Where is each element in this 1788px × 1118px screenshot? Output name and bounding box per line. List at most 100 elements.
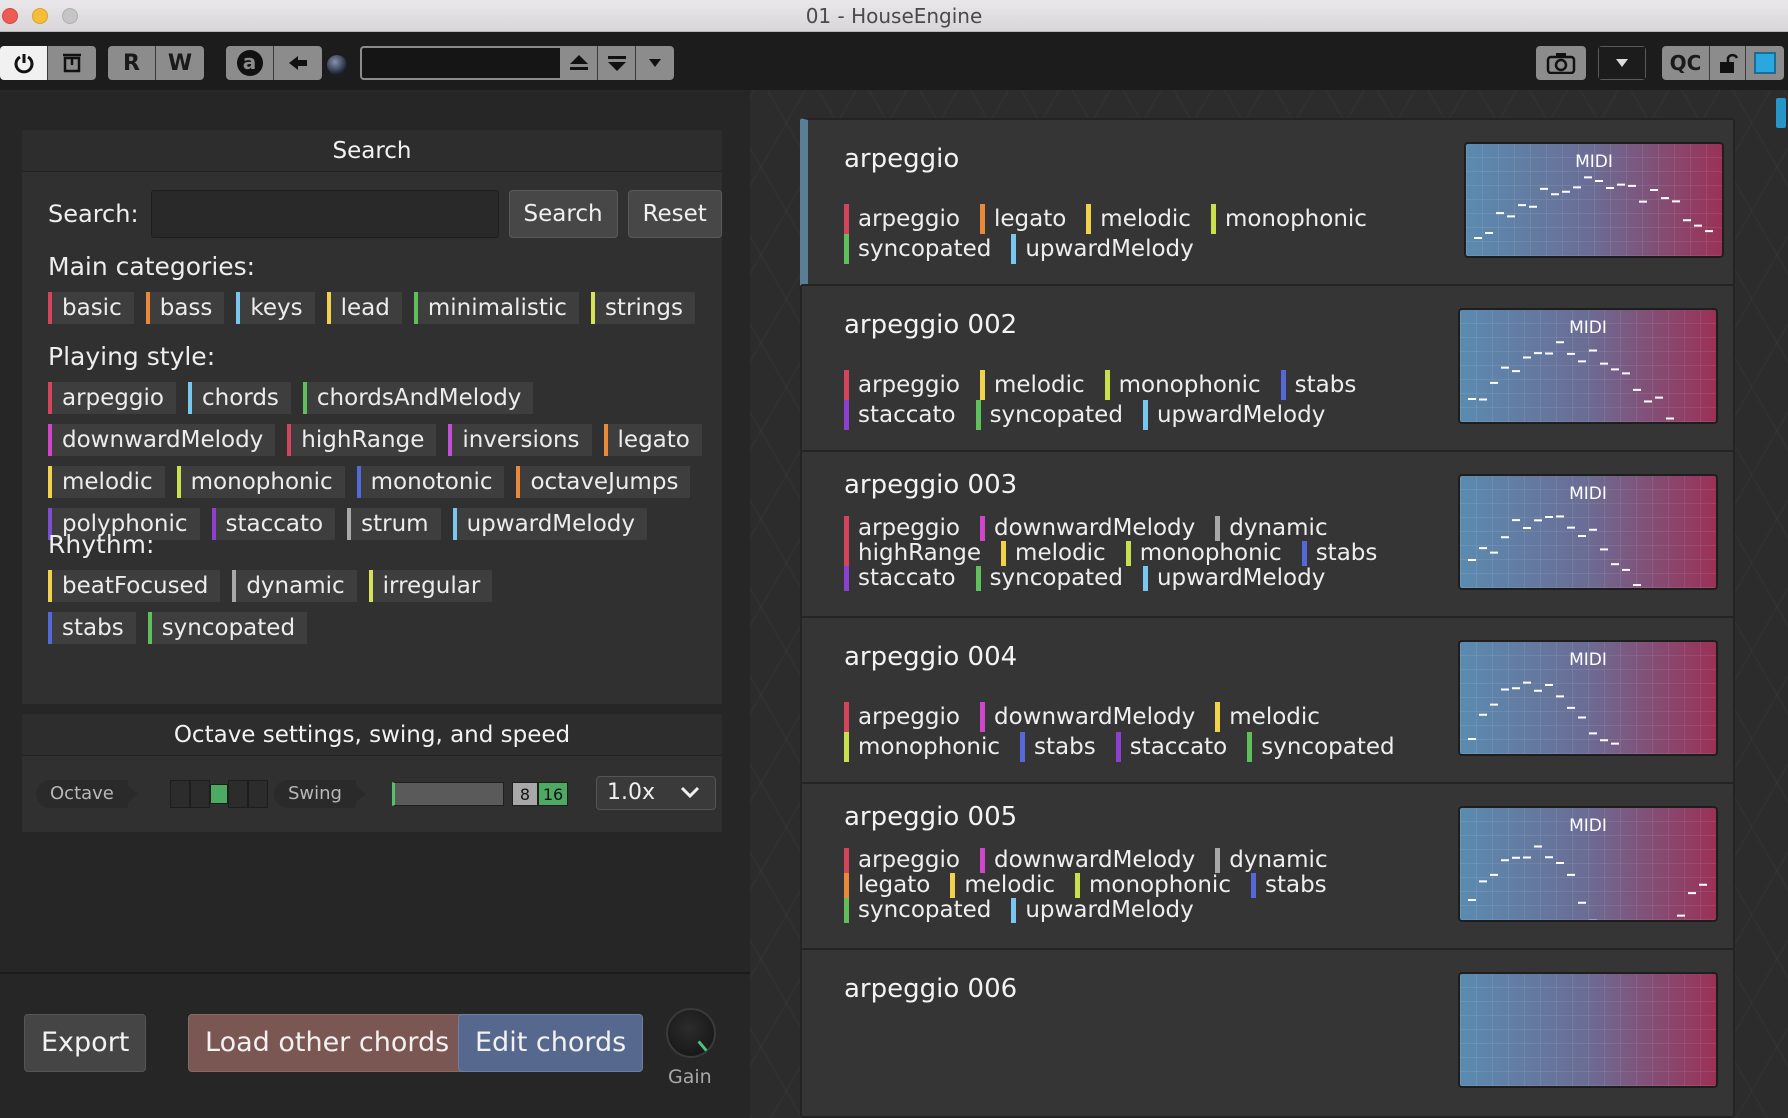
swing-8th-toggle[interactable]: 8 — [512, 782, 538, 806]
preset-tag: monophonic — [1210, 204, 1367, 234]
midi-notes-icon — [1474, 176, 1713, 240]
search-button[interactable]: Search — [508, 190, 618, 238]
filter-chip-strum[interactable]: strum — [347, 508, 441, 540]
gain-knob[interactable] — [666, 1008, 716, 1058]
preset-next-button[interactable] — [598, 46, 636, 80]
octave-selector[interactable] — [170, 780, 268, 808]
filter-chip-melodic[interactable]: melodic — [48, 466, 165, 498]
preset-name-field[interactable] — [360, 46, 560, 80]
filter-chip-stabs[interactable]: stabs — [48, 612, 136, 644]
caret-down-icon — [649, 59, 661, 67]
preset-name: arpeggio 004 — [844, 642, 1018, 672]
preset-card[interactable]: arpeggio 006 — [800, 948, 1735, 1118]
filter-chip-bass[interactable]: bass — [145, 292, 225, 324]
power-group — [0, 46, 96, 80]
speed-value: 1.0x — [607, 780, 656, 805]
filter-chip-legato[interactable]: legato — [603, 424, 702, 456]
octave-cell[interactable] — [228, 780, 248, 808]
filter-chip-lead[interactable]: lead — [326, 292, 402, 324]
power-button[interactable] — [0, 46, 48, 80]
preset-list: arpeggio arpeggio legato melodic monophonic s… — [750, 90, 1788, 1118]
octave-cell[interactable] — [170, 780, 190, 808]
midi-preview[interactable]: MIDI — [1458, 806, 1718, 922]
scrollbar-thumb[interactable] — [1776, 98, 1786, 128]
edit-chords-button[interactable]: Edit chords — [458, 1014, 644, 1072]
octave-cell[interactable] — [210, 784, 228, 804]
quick-controls-toggle[interactable] — [1746, 46, 1784, 80]
filter-chip-downwardMelody[interactable]: downwardMelody — [48, 424, 276, 456]
preset-menu-button[interactable] — [636, 46, 674, 80]
midi-notes-icon — [1468, 341, 1674, 420]
filter-chip-syncopated[interactable]: syncopated — [147, 612, 308, 644]
snapshot-button[interactable] — [1536, 46, 1586, 80]
quick-controls-button[interactable]: QC — [1662, 46, 1710, 80]
automation-group: R W — [108, 46, 204, 80]
filter-chip-strings[interactable]: strings — [590, 292, 695, 324]
octave-label: Octave — [36, 780, 138, 808]
octave-cell[interactable] — [248, 780, 268, 808]
filter-chip-chordsAndMelody[interactable]: chordsAndMelody — [302, 382, 534, 414]
filter-chip-monotonic[interactable]: monotonic — [356, 466, 505, 498]
preset-card[interactable]: arpeggio 004 arpeggio downwardMelody melodi… — [800, 616, 1735, 786]
search-section: Search Search: Search Reset Main categor… — [22, 130, 722, 704]
preset-tag: arpeggio — [844, 702, 960, 732]
speed-dropdown[interactable]: 1.0x — [596, 776, 716, 810]
preset-card[interactable]: arpeggio 005 arpeggio downwardMelody dynami… — [800, 782, 1735, 952]
window-title: 01 - HouseEngine — [805, 4, 983, 28]
load-other-chords-button[interactable]: Load other chords — [188, 1014, 467, 1072]
midi-preview[interactable] — [1458, 972, 1718, 1088]
swing-16th-toggle[interactable]: 16 — [538, 782, 568, 806]
export-button[interactable]: Export — [24, 1014, 147, 1072]
preset-tag: legato — [844, 873, 930, 898]
midi-preview[interactable]: MIDI — [1458, 308, 1718, 424]
filter-chip-minimalistic[interactable]: minimalistic — [413, 292, 579, 324]
filter-chip-inversions[interactable]: inversions — [448, 424, 592, 456]
midi-preview[interactable]: MIDI — [1464, 142, 1724, 258]
filter-chip-keys[interactable]: keys — [236, 292, 315, 324]
octave-section-title: Octave settings, swing, and speed — [22, 714, 722, 756]
preset-tag: monophonic — [1074, 873, 1231, 898]
octave-cell[interactable] — [190, 780, 210, 808]
filter-chip-beatFocused[interactable]: beatFocused — [48, 570, 221, 602]
filter-chip-staccato[interactable]: staccato — [211, 508, 336, 540]
status-led-icon — [327, 55, 347, 75]
preset-card[interactable]: arpeggio 002 arpeggio melodic monophonic sta… — [800, 284, 1735, 454]
active-indicator-icon — [1754, 52, 1776, 74]
view-menu-button[interactable] — [1598, 46, 1646, 80]
preset-tag: downwardMelody — [979, 848, 1195, 873]
filter-chip-arpeggio[interactable]: arpeggio — [48, 382, 176, 414]
filter-chip-highRange[interactable]: highRange — [287, 424, 437, 456]
preset-nav-group: a — [226, 46, 322, 80]
write-automation-button[interactable]: W — [156, 46, 204, 80]
filter-chip-basic[interactable]: basic — [48, 292, 134, 324]
read-automation-button[interactable]: R — [108, 46, 156, 80]
midi-preview[interactable]: MIDI — [1458, 640, 1718, 756]
swing-slider[interactable] — [392, 782, 504, 806]
preset-tag: monophonic — [1125, 541, 1282, 566]
bypass-button[interactable] — [48, 46, 96, 80]
lock-button[interactable] — [1710, 46, 1746, 80]
preset-tag: staccato — [1115, 732, 1227, 762]
preset-card[interactable]: arpeggio 003 arpeggio downwardMelody dynami… — [800, 450, 1735, 620]
auto-icon: a — [236, 50, 263, 76]
filter-chip-chords[interactable]: chords — [187, 382, 291, 414]
filter-chip-monophonic[interactable]: monophonic — [176, 466, 345, 498]
filter-chip-upwardMelody[interactable]: upwardMelody — [452, 508, 647, 540]
reset-button[interactable]: Reset — [627, 190, 722, 238]
search-input[interactable] — [150, 190, 499, 238]
window-titlebar: 01 - HouseEngine — [0, 0, 1788, 32]
preset-tag: arpeggio — [844, 204, 960, 234]
midi-notes-icon — [1468, 515, 1641, 587]
filter-chip-dynamic[interactable]: dynamic — [232, 570, 357, 602]
preset-tag: syncopated — [1247, 732, 1395, 762]
preset-tag: upwardMelody — [1142, 566, 1325, 591]
filter-chip-irregular[interactable]: irregular — [368, 570, 493, 602]
back-button[interactable] — [274, 46, 322, 80]
midi-preview[interactable]: MIDI — [1458, 474, 1718, 590]
preset-tag: dynamic — [1215, 848, 1328, 873]
auto-button[interactable]: a — [226, 46, 274, 80]
camera-icon — [1546, 53, 1576, 74]
filter-chip-octaveJumps[interactable]: octaveJumps — [516, 466, 691, 498]
preset-prev-button[interactable] — [560, 46, 598, 80]
preset-card[interactable]: arpeggio arpeggio legato melodic monophonic s… — [800, 118, 1735, 288]
